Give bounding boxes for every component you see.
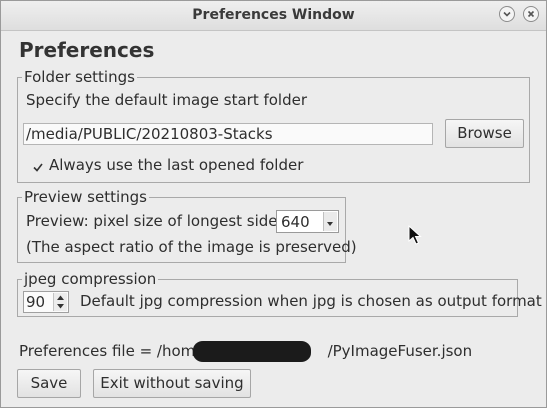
aspect-ratio-note: (The aspect ratio of the image is preser… xyxy=(26,238,357,256)
exit-without-saving-button[interactable]: Exit without saving xyxy=(93,369,251,398)
preferences-window: Preferences Window Preferences Folder se… xyxy=(0,0,547,408)
triangle-down-icon xyxy=(327,222,333,226)
preferences-file-suffix: /PyImageFuser.json xyxy=(327,342,473,360)
chevron-down-icon xyxy=(503,11,511,17)
preferences-file-prefix: Preferences file = /home/ xyxy=(19,342,210,360)
last-folder-checkbox[interactable] xyxy=(32,159,44,172)
mouse-cursor-icon xyxy=(408,225,422,245)
minimize-button[interactable] xyxy=(499,6,515,22)
jpeg-compression-legend: jpeg compression xyxy=(22,270,159,288)
checkmark-icon xyxy=(33,163,43,172)
preview-settings-legend: Preview settings xyxy=(22,188,149,206)
spin-buttons[interactable] xyxy=(53,293,67,311)
folder-description: Specify the default image start folder xyxy=(26,91,308,109)
last-folder-label: Always use the last opened folder xyxy=(49,156,304,174)
redaction-mark xyxy=(193,341,311,362)
title-bar[interactable]: Preferences Window xyxy=(1,1,546,31)
jpeg-quality-value: 90 xyxy=(26,293,46,311)
jpeg-quality-spinbox[interactable]: 90 xyxy=(23,291,69,313)
pixel-size-value: 640 xyxy=(281,213,310,231)
close-button[interactable] xyxy=(523,6,539,22)
folder-settings-legend: Folder settings xyxy=(22,68,137,86)
window-title: Preferences Window xyxy=(192,7,355,23)
pixel-size-label: Preview: pixel size of longest side xyxy=(26,212,278,230)
pixel-size-select[interactable]: 640 xyxy=(276,210,339,233)
jpeg-description: Default jpg compression when jpg is chos… xyxy=(80,292,542,310)
browse-button[interactable]: Browse xyxy=(445,119,524,148)
close-icon xyxy=(527,10,535,18)
save-button[interactable]: Save xyxy=(17,369,81,398)
spin-arrows-icon xyxy=(57,295,64,309)
folder-path-input[interactable]: /media/PUBLIC/20210803-Stacks xyxy=(23,123,433,145)
page-title: Preferences xyxy=(19,38,155,62)
dropdown-arrow[interactable] xyxy=(323,212,337,231)
